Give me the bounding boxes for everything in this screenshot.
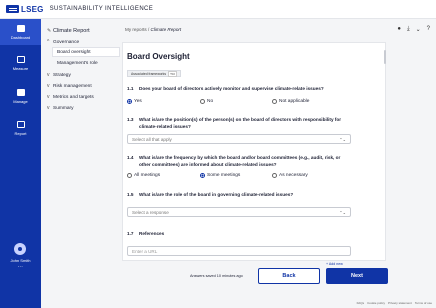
radio-as-necessary[interactable]: As necessary <box>272 173 308 178</box>
input-placeholder: Enter a URL <box>132 248 158 254</box>
question-text: What is/are the role of the board in gov… <box>139 192 294 197</box>
board-role-select[interactable]: Select a response ⌃⌄ <box>127 207 351 217</box>
tree-label: Governance <box>53 39 80 45</box>
app-title: SUSTAINABILITY INTELLIGENCE <box>49 6 154 12</box>
radio-all-meetings[interactable]: All meetings <box>127 173 160 178</box>
radio-unchecked-icon <box>127 173 132 178</box>
radio-label: As necessary <box>279 173 308 178</box>
nav-label: Report <box>14 130 27 136</box>
select-placeholder: Select a response <box>132 209 169 215</box>
back-button[interactable]: Back <box>258 268 320 284</box>
question-1-4: 1.4 What is/are the frequency by which th… <box>127 155 357 168</box>
brand-name[interactable]: LSEG <box>21 5 44 14</box>
chevron-updown-icon: ⌃⌄ <box>339 210 346 215</box>
tree-board-oversight[interactable]: Board oversight <box>57 50 91 55</box>
tree-strategy[interactable]: v Strategy <box>47 72 71 78</box>
radio-label: No <box>207 99 214 104</box>
tree-root-climate-report[interactable]: ✎ Climate Report <box>47 28 90 34</box>
radio-yes[interactable]: Yes <box>127 99 142 104</box>
question-1-5: 1.5 What is/are the role of the board in … <box>127 192 357 199</box>
question-number: 1.4 <box>127 155 134 160</box>
question-text: Does your board of directors actively mo… <box>139 86 324 91</box>
measure-icon <box>16 55 25 63</box>
question-text: References <box>139 231 165 236</box>
report-icon <box>16 120 25 128</box>
radio-unchecked-icon <box>272 99 277 104</box>
help-icon[interactable]: ? <box>427 26 430 33</box>
chevron-down-icon[interactable]: ⌄ <box>416 26 421 33</box>
question-1-3: 1.3 What is/are the position(s) of the pe… <box>127 117 357 130</box>
associated-frameworks: Associated frameworks TCI <box>127 70 181 77</box>
tree-label: Risk management <box>53 83 92 89</box>
faq-link[interactable]: FAQs <box>357 301 365 305</box>
app-header: LSEG SUSTAINABILITY INTELLIGENCE <box>0 0 436 19</box>
cookie-policy-link[interactable]: Cookie policy <box>367 301 385 305</box>
question-number: 1.1 <box>127 86 134 91</box>
radio-checked-icon <box>200 173 205 178</box>
download-icon[interactable]: ⤓ <box>407 26 410 33</box>
question-1-1: 1.1 Does your board of directors actively… <box>127 86 357 93</box>
manage-icon <box>16 88 25 96</box>
question-number: 1.5 <box>127 192 134 197</box>
nav-label: Measure <box>12 65 29 71</box>
tree-label: Metrics and targets <box>53 94 94 100</box>
lightbulb-icon[interactable]: ● <box>397 26 401 33</box>
breadcrumb-root[interactable]: My reports <box>125 27 147 32</box>
chevron-updown-icon: ⌃⌄ <box>339 137 346 142</box>
nav-report[interactable]: Report <box>0 115 41 141</box>
radio-not-applicable[interactable]: Not applicable <box>272 99 309 104</box>
user-menu-more[interactable]: ... <box>0 263 41 269</box>
terms-of-use-link[interactable]: Terms of use <box>415 301 432 305</box>
radio-checked-icon <box>127 99 132 104</box>
toolbar: ● ⤓ ⌄ ? <box>397 26 430 33</box>
tree-summary[interactable]: v Summary <box>47 105 74 111</box>
nav-label: Manage <box>13 98 28 104</box>
radio-label: All meetings <box>134 173 161 178</box>
avatar[interactable] <box>14 243 26 255</box>
radio-some-meetings[interactable]: Some meetings <box>200 173 240 178</box>
question-text: What is/are the position(s) of the perso… <box>139 117 342 129</box>
reference-url-input[interactable]: Enter a URL <box>127 246 351 256</box>
tree-label: Management's role <box>57 61 98 66</box>
nav-label: Dashboard <box>10 34 31 40</box>
question-text: What is/are the frequency by which the b… <box>139 155 341 167</box>
tree-label: Summary <box>53 105 74 111</box>
question-1-7: 1.7 References <box>127 231 357 238</box>
associated-label: Associated frameworks <box>131 71 167 76</box>
user-icon <box>18 247 22 251</box>
select-placeholder: Select all that apply <box>132 136 172 142</box>
tree-metrics-targets[interactable]: v Metrics and targets <box>47 94 94 100</box>
radio-label: Yes <box>134 99 142 104</box>
question-number: 1.3 <box>127 117 134 122</box>
scrollbar[interactable] <box>384 50 386 64</box>
question-number: 1.7 <box>127 231 134 236</box>
saved-status: Answers saved 10 minutes ago <box>190 274 243 278</box>
privacy-statement-link[interactable]: Privacy statement <box>388 301 412 305</box>
radio-label: Some meetings <box>207 173 241 178</box>
page-title: Board Oversight <box>127 52 190 61</box>
radio-unchecked-icon <box>200 99 205 104</box>
nav-manage[interactable]: Manage <box>0 83 41 109</box>
add-new-link[interactable]: + Add new <box>326 262 343 266</box>
tree-risk-management[interactable]: v Risk management <box>47 83 92 89</box>
tree-label: Strategy <box>53 72 71 78</box>
nav-dashboard[interactable]: Dashboard <box>0 19 41 45</box>
tree-label: Climate Report <box>53 28 90 34</box>
radio-label: Not applicable <box>279 99 310 104</box>
tree-governance[interactable]: ^ Governance <box>47 39 79 45</box>
radio-no[interactable]: No <box>200 99 213 104</box>
tree-managements-role[interactable]: Management's role <box>57 61 98 66</box>
lseg-logo-icon[interactable] <box>6 5 19 13</box>
dashboard-icon <box>16 24 25 32</box>
radio-unchecked-icon <box>272 173 277 178</box>
tree-label: Board oversight <box>57 50 91 55</box>
breadcrumb-separator: / <box>147 27 150 32</box>
breadcrumb: My reports / Climate Report <box>125 27 181 32</box>
next-button[interactable]: Next <box>326 268 388 284</box>
nav-measure[interactable]: Measure <box>0 50 41 76</box>
breadcrumb-current: Climate Report <box>150 27 182 32</box>
framework-badge: TCI <box>168 70 177 77</box>
legal-links: FAQs Cookie policy Privacy statement Ter… <box>357 301 432 305</box>
positions-select[interactable]: Select all that apply ⌃⌄ <box>127 134 351 144</box>
